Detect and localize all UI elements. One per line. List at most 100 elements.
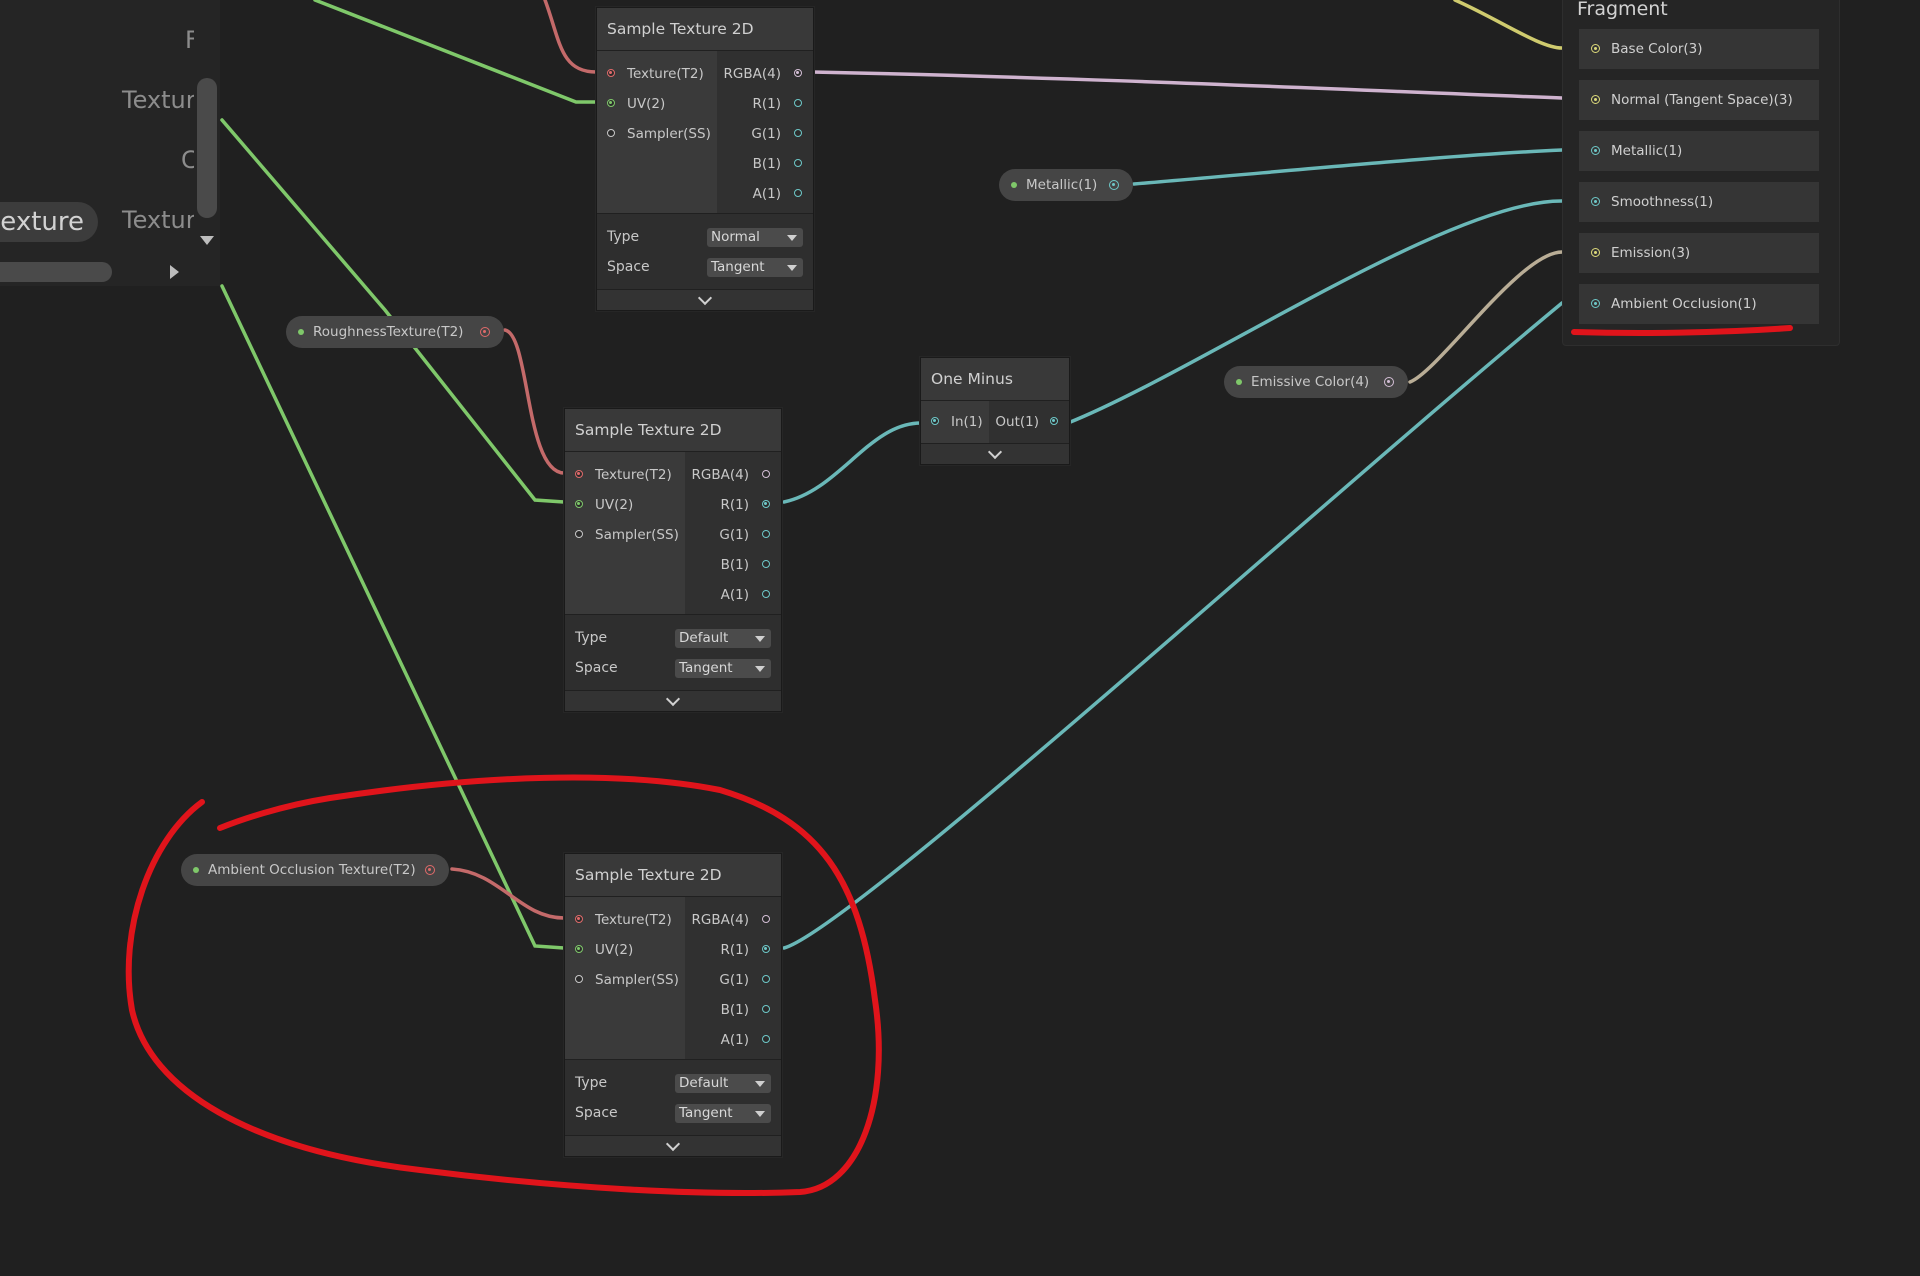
port-dot-icon[interactable] (607, 99, 615, 107)
port-dot-icon[interactable] (794, 99, 802, 107)
node-collapse-button[interactable] (921, 443, 1069, 464)
output-port-rgba[interactable]: RGBA(4) (685, 905, 781, 935)
port-dot-icon[interactable] (607, 129, 615, 137)
output-port-b[interactable]: B(1) (717, 149, 813, 179)
port-dot-icon[interactable] (794, 159, 802, 167)
input-port-in[interactable]: In(1) (921, 407, 989, 437)
port-dot-icon[interactable] (794, 189, 802, 197)
port-dot-icon[interactable] (762, 915, 770, 923)
vertical-scrollbar[interactable] (197, 78, 217, 218)
space-dropdown[interactable]: Tangent (707, 257, 803, 277)
output-port-g[interactable]: G(1) (685, 520, 781, 550)
port-dot-icon[interactable] (931, 417, 939, 425)
property-node-metallic[interactable]: Metallic(1) (999, 169, 1133, 201)
fragment-slot-emission[interactable]: Emission(3) (1579, 233, 1819, 273)
port-dot-icon[interactable] (762, 975, 770, 983)
fragment-slot-normal[interactable]: Normal (Tangent Space)(3) (1579, 80, 1819, 120)
input-port-sampler[interactable]: Sampler(SS) (597, 119, 717, 149)
fragment-master-block[interactable]: Fragment Base Color(3) Normal (Tangent S… (1562, 0, 1840, 346)
node-title[interactable]: Sample Texture 2D (565, 409, 781, 451)
output-port-r[interactable]: R(1) (717, 89, 813, 119)
space-dropdown[interactable]: Tangent (675, 1103, 771, 1123)
port-dot-icon[interactable] (762, 560, 770, 568)
port-dot-icon[interactable] (762, 1035, 770, 1043)
output-port-g[interactable]: G(1) (717, 119, 813, 149)
output-port-rgba[interactable]: RGBA(4) (717, 59, 813, 89)
input-port-dot-icon[interactable] (1591, 44, 1600, 53)
input-port-dot-icon[interactable] (1591, 248, 1600, 257)
input-port-uv[interactable]: UV(2) (597, 89, 717, 119)
blackboard-row-text[interactable]: Textur (122, 206, 194, 234)
port-dot-icon[interactable] (794, 69, 802, 77)
output-port-b[interactable]: B(1) (685, 995, 781, 1025)
fragment-slot-smoothness[interactable]: Smoothness(1) (1579, 182, 1819, 222)
node-collapse-button[interactable] (597, 289, 813, 310)
port-dot-icon[interactable] (762, 530, 770, 538)
port-dot-icon[interactable] (575, 530, 583, 538)
node-collapse-button[interactable] (565, 1135, 781, 1156)
horizontal-scrollbar[interactable] (0, 262, 112, 282)
sample-texture-node-ao[interactable]: Sample Texture 2D Texture(T2) UV(2) Samp… (564, 853, 782, 1157)
input-port-dot-icon[interactable] (1591, 197, 1600, 206)
blackboard-selected-property[interactable]: exture (0, 202, 98, 242)
property-node-emissive-color[interactable]: Emissive Color(4) (1224, 366, 1408, 398)
output-port-a[interactable]: A(1) (685, 580, 781, 610)
type-dropdown[interactable]: Default (675, 628, 771, 648)
input-port-sampler[interactable]: Sampler(SS) (565, 965, 685, 995)
property-node-roughness-texture[interactable]: RoughnessTexture(T2) (286, 316, 504, 348)
output-port-r[interactable]: R(1) (685, 490, 781, 520)
port-dot-icon[interactable] (575, 500, 583, 508)
port-dot-icon[interactable] (794, 129, 802, 137)
node-title[interactable]: One Minus (921, 358, 1069, 400)
property-node-ao-texture[interactable]: Ambient Occlusion Texture(T2) (181, 854, 449, 886)
node-title[interactable]: Sample Texture 2D (565, 854, 781, 896)
input-port-texture[interactable]: Texture(T2) (597, 59, 717, 89)
port-dot-icon[interactable] (762, 500, 770, 508)
input-port-uv[interactable]: UV(2) (565, 490, 685, 520)
output-port-a[interactable]: A(1) (685, 1025, 781, 1055)
output-port-dot-icon[interactable] (1384, 377, 1394, 387)
scroll-right-arrow-icon[interactable] (170, 265, 179, 279)
port-dot-icon[interactable] (1050, 417, 1058, 425)
output-port-g[interactable]: G(1) (685, 965, 781, 995)
node-collapse-button[interactable] (565, 690, 781, 711)
fragment-slot-ambient-occlusion[interactable]: Ambient Occlusion(1) (1579, 284, 1819, 324)
sample-texture-node-normal[interactable]: Sample Texture 2D Texture(T2) UV(2) Samp… (596, 7, 814, 311)
port-dot-icon[interactable] (762, 945, 770, 953)
type-dropdown[interactable]: Normal (707, 227, 803, 247)
node-title[interactable]: Sample Texture 2D (597, 8, 813, 50)
output-port-b[interactable]: B(1) (685, 550, 781, 580)
port-dot-icon[interactable] (575, 470, 583, 478)
output-port-dot-icon[interactable] (1109, 180, 1119, 190)
port-dot-icon[interactable] (575, 945, 583, 953)
input-port-sampler[interactable]: Sampler(SS) (565, 520, 685, 550)
type-dropdown[interactable]: Default (675, 1073, 771, 1093)
port-dot-icon[interactable] (607, 69, 615, 77)
output-port-a[interactable]: A(1) (717, 179, 813, 209)
output-port-r[interactable]: R(1) (685, 935, 781, 965)
port-dot-icon[interactable] (762, 470, 770, 478)
port-dot-icon[interactable] (575, 915, 583, 923)
fragment-slot-metallic[interactable]: Metallic(1) (1579, 131, 1819, 171)
input-port-dot-icon[interactable] (1591, 146, 1600, 155)
output-port-dot-icon[interactable] (480, 327, 490, 337)
input-port-dot-icon[interactable] (1591, 95, 1600, 104)
output-port-out[interactable]: Out(1) (989, 407, 1069, 437)
output-port-dot-icon[interactable] (425, 865, 435, 875)
port-dot-icon[interactable] (762, 1005, 770, 1013)
input-port-uv[interactable]: UV(2) (565, 935, 685, 965)
output-port-rgba[interactable]: RGBA(4) (685, 460, 781, 490)
port-dot-icon[interactable] (762, 590, 770, 598)
fragment-slot-base-color[interactable]: Base Color(3) (1579, 29, 1819, 69)
sample-texture-node-roughness[interactable]: Sample Texture 2D Texture(T2) UV(2) Samp… (564, 408, 782, 712)
blackboard-row-text[interactable]: Textur (122, 86, 194, 114)
port-dot-icon[interactable] (575, 975, 583, 983)
one-minus-node[interactable]: One Minus In(1) Out(1) (920, 357, 1070, 465)
port-label: Sampler(SS) (595, 972, 679, 988)
input-port-texture[interactable]: Texture(T2) (565, 460, 685, 490)
input-port-texture[interactable]: Texture(T2) (565, 905, 685, 935)
wire-ao-texture-to-sampler (450, 867, 566, 920)
input-port-dot-icon[interactable] (1591, 299, 1600, 308)
space-dropdown[interactable]: Tangent (675, 658, 771, 678)
scroll-down-arrow-icon[interactable] (200, 236, 214, 245)
